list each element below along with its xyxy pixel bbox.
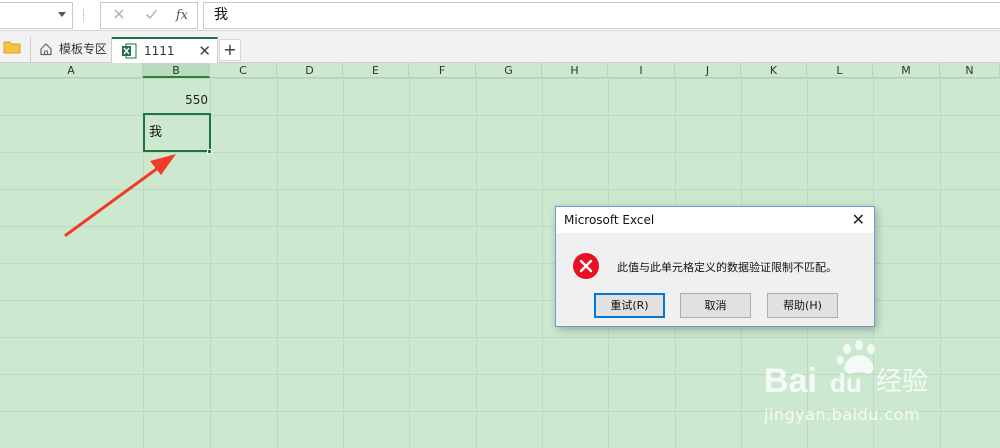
gridline-horizontal bbox=[0, 337, 1000, 338]
error-icon bbox=[573, 253, 599, 279]
column-header-i[interactable]: I bbox=[608, 63, 675, 78]
baidu-watermark-logo: Bai du 经验 bbox=[764, 340, 928, 400]
dialog-body: 此值与此单元格定义的数据验证限制不匹配。 重试(R) 取消 帮助(H) bbox=[556, 233, 874, 326]
error-dialog: Microsoft Excel ✕ 此值与此单元格定义的数据验证限制不匹配。 重… bbox=[555, 206, 875, 327]
column-header-f[interactable]: F bbox=[409, 63, 476, 78]
cancel-button[interactable]: 取消 bbox=[680, 293, 751, 318]
column-header-l[interactable]: L bbox=[807, 63, 873, 78]
close-icon[interactable]: ✕ bbox=[852, 210, 865, 229]
column-header-m[interactable]: M bbox=[873, 63, 940, 78]
column-header-j[interactable]: J bbox=[675, 63, 741, 78]
red-arrow-annotation bbox=[64, 154, 176, 237]
svg-text:经验: 经验 bbox=[876, 367, 928, 397]
chevron-down-icon[interactable] bbox=[58, 12, 66, 17]
drag-handle-icon[interactable] bbox=[83, 9, 85, 22]
dialog-title: Microsoft Excel bbox=[564, 213, 655, 227]
formula-bar: fx 我 bbox=[0, 0, 1000, 31]
document-tab-bar: 模板专区 1111 ✕ + bbox=[0, 31, 1000, 63]
help-button[interactable]: 帮助(H) bbox=[767, 293, 838, 318]
formula-tools: fx bbox=[100, 2, 198, 29]
column-header-n[interactable]: N bbox=[940, 63, 1000, 78]
column-header-e[interactable]: E bbox=[343, 63, 409, 78]
svg-text:du: du bbox=[830, 368, 862, 398]
name-box[interactable] bbox=[0, 2, 73, 29]
insert-function-button[interactable]: fx bbox=[172, 7, 192, 25]
tab-file[interactable]: 1111 ✕ bbox=[112, 37, 218, 63]
column-header-g[interactable]: G bbox=[476, 63, 542, 78]
dialog-titlebar[interactable]: Microsoft Excel ✕ bbox=[556, 207, 874, 233]
svg-text:Bai: Bai bbox=[764, 362, 817, 400]
check-icon bbox=[145, 9, 157, 19]
dialog-message: 此值与此单元格定义的数据验证限制不匹配。 bbox=[617, 261, 837, 274]
column-header-h[interactable]: H bbox=[542, 63, 608, 78]
watermark-site-text: jingyan.baidu.com bbox=[764, 405, 921, 424]
excel-file-icon bbox=[122, 43, 137, 59]
confirm-entry-button[interactable] bbox=[141, 7, 161, 25]
tab-label: 1111 bbox=[144, 44, 175, 58]
retry-button[interactable]: 重试(R) bbox=[594, 293, 665, 318]
home-icon bbox=[40, 43, 52, 56]
column-header-k[interactable]: K bbox=[741, 63, 807, 78]
x-icon bbox=[114, 9, 124, 19]
add-tab-button[interactable]: + bbox=[219, 39, 241, 61]
formula-input[interactable]: 我 bbox=[203, 2, 1000, 29]
tab-label: 模板专区 bbox=[59, 42, 108, 56]
close-tab-icon[interactable]: ✕ bbox=[198, 39, 211, 63]
tab-templates[interactable]: 模板专区 bbox=[30, 37, 112, 63]
folder-icon[interactable] bbox=[3, 40, 21, 54]
cancel-entry-button[interactable] bbox=[109, 7, 129, 25]
